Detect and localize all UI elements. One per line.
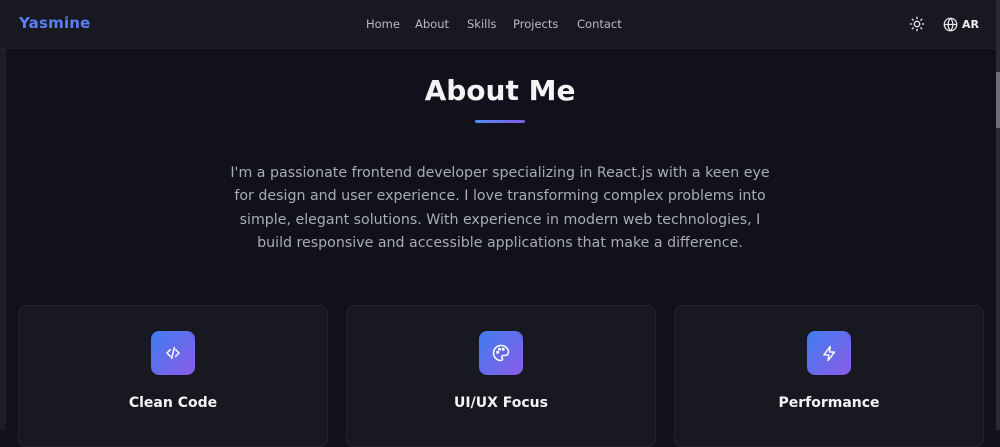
globe-icon xyxy=(943,17,958,31)
nav-link-projects[interactable]: Projects xyxy=(513,17,558,31)
card-title: UI/UX Focus xyxy=(454,395,548,411)
card-icon-container xyxy=(479,331,523,375)
sun-icon xyxy=(909,16,925,32)
code-icon xyxy=(166,346,180,360)
site-logo[interactable]: Yasmine xyxy=(19,14,91,32)
card-icon-container xyxy=(807,331,851,375)
section-title: About Me xyxy=(424,74,576,107)
lightning-icon xyxy=(822,345,835,361)
feature-card-performance: Performance xyxy=(674,305,984,447)
feature-card-clean-code: Clean Code xyxy=(18,305,328,447)
nav-link-home[interactable]: Home xyxy=(366,17,400,31)
palette-icon xyxy=(492,344,510,362)
feature-card-ui-ux: UI/UX Focus xyxy=(346,305,656,447)
language-toggle-button[interactable]: AR xyxy=(943,16,979,32)
navbar: Yasmine Home About Skills Projects Conta… xyxy=(0,0,996,49)
nav-link-about[interactable]: About xyxy=(415,17,449,31)
nav-link-skills[interactable]: Skills xyxy=(467,17,497,31)
nav-link-contact[interactable]: Contact xyxy=(577,17,622,31)
language-label: AR xyxy=(962,17,979,31)
card-icon-container xyxy=(151,331,195,375)
theme-toggle-button[interactable] xyxy=(909,16,925,32)
about-description: I'm a passionate frontend developer spec… xyxy=(230,165,770,251)
card-title: Clean Code xyxy=(128,395,218,411)
scrollbar-thumb[interactable] xyxy=(996,72,1000,128)
scrollbar-track[interactable] xyxy=(996,0,1000,430)
card-title: Performance xyxy=(778,395,880,411)
title-underline xyxy=(475,120,525,123)
